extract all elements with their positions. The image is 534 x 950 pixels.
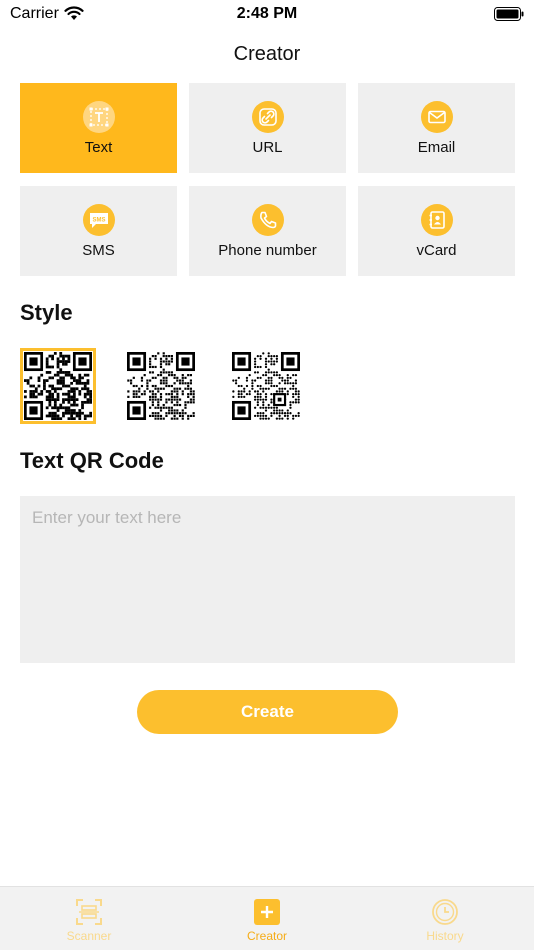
qr-style-option-2[interactable] xyxy=(123,348,199,424)
type-label: URL xyxy=(252,138,283,156)
clock-icon xyxy=(431,898,459,926)
sms-icon: SMS xyxy=(82,203,115,236)
type-label: Phone number xyxy=(218,241,317,259)
tab-bar: Scanner Creator History xyxy=(0,886,534,950)
tab-label: Scanner xyxy=(66,929,112,943)
scanner-icon xyxy=(75,898,103,926)
type-card-url[interactable]: URL xyxy=(189,83,346,173)
tab-creator[interactable]: Creator xyxy=(178,887,356,950)
tab-label: History xyxy=(426,929,464,943)
qr-style-option-1[interactable] xyxy=(20,348,96,424)
status-bar: Carrier 2:48 PM xyxy=(0,0,534,30)
type-card-phone[interactable]: Phone number xyxy=(189,186,346,276)
sms-icon-text: SMS xyxy=(92,217,105,223)
vcard-icon xyxy=(420,203,453,236)
qr-style-option-3[interactable] xyxy=(228,348,304,424)
email-icon xyxy=(420,100,453,133)
type-card-text[interactable]: Text xyxy=(20,83,177,173)
phone-icon xyxy=(251,203,284,236)
tab-scanner[interactable]: Scanner xyxy=(0,887,178,950)
create-button[interactable]: Create xyxy=(137,690,398,734)
type-label: SMS xyxy=(82,241,115,259)
type-label: Email xyxy=(417,138,456,156)
clock-time: 2:48 PM xyxy=(236,5,298,22)
style-section-title: Style xyxy=(20,300,73,325)
plus-icon xyxy=(253,898,281,926)
type-card-vcard[interactable]: vCard xyxy=(358,186,515,276)
input-section-title: Text QR Code xyxy=(20,448,164,473)
battery-icon xyxy=(494,7,524,26)
link-icon xyxy=(251,100,284,133)
qr-style-1-icon xyxy=(24,352,92,420)
qr-style-2-icon xyxy=(127,352,195,420)
text-input[interactable] xyxy=(20,496,515,663)
text-icon xyxy=(82,100,115,133)
type-label: vCard xyxy=(416,241,457,259)
type-card-email[interactable]: Email xyxy=(358,83,515,173)
tab-label: Creator xyxy=(246,929,287,943)
qr-style-3-icon xyxy=(232,352,300,420)
page-title: Creator xyxy=(233,43,301,65)
type-card-sms[interactable]: SMS SMS xyxy=(20,186,177,276)
type-label: Text xyxy=(84,138,113,156)
tab-history[interactable]: History xyxy=(356,887,534,950)
